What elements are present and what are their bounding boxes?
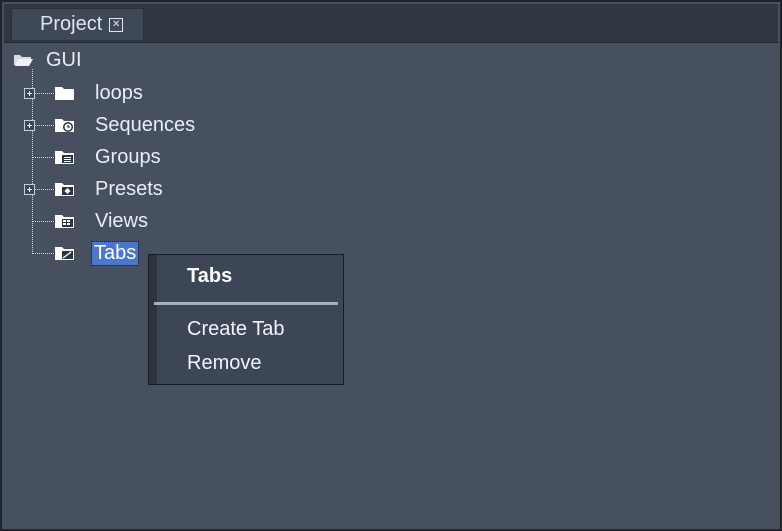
tree-item-label: loops (95, 81, 143, 104)
context-menu-stripe (149, 255, 157, 384)
views-folder-icon (55, 215, 74, 228)
sequence-folder-icon (55, 119, 74, 132)
context-menu-title: Tabs (187, 265, 233, 287)
tree-item-label: Groups (95, 145, 161, 168)
tree-item-label: Presets (95, 177, 163, 200)
tree-item-tabs[interactable]: Tabs (54, 239, 140, 267)
close-icon[interactable]: ✕ (109, 17, 124, 32)
groups-folder-icon (55, 151, 74, 164)
project-tree: GUI loops Sequences Groups Presets Views… (4, 42, 778, 529)
expand-icon-presets[interactable] (24, 184, 35, 195)
tree-item-label: Views (95, 209, 148, 232)
tab-strip: Project ✕ (4, 4, 778, 43)
tree-item-sequences[interactable]: Sequences (54, 111, 195, 139)
tree-connector-sequences (32, 125, 54, 126)
menu-item-create-tab[interactable]: Create Tab (187, 318, 284, 341)
presets-folder-icon (55, 183, 74, 196)
tree-item-loops[interactable]: loops (54, 79, 143, 107)
tree-item-presets[interactable]: Presets (54, 175, 163, 203)
tabs-folder-icon (55, 247, 74, 260)
tree-item-groups[interactable]: Groups (54, 143, 161, 171)
tree-item-gui[interactable]: GUI (13, 46, 82, 74)
tree-connector-loops (32, 93, 54, 94)
context-menu: Tabs Create Tab Remove (148, 254, 344, 385)
tree-item-label: Sequences (95, 113, 196, 136)
tree-connector-presets (32, 189, 54, 190)
tab-project-label: Project (40, 13, 103, 35)
tree-connector-tabs (32, 253, 54, 254)
tree-item-label: GUI (46, 48, 82, 71)
folder-icon (55, 87, 74, 100)
tree-connector-views (32, 221, 54, 222)
menu-item-remove[interactable]: Remove (187, 352, 261, 375)
tree-item-label-selected: Tabs (90, 240, 140, 266)
tree-item-views[interactable]: Views (54, 207, 148, 235)
folder-open-icon (14, 55, 33, 66)
context-menu-separator (154, 302, 338, 305)
tree-connector-groups (32, 157, 54, 158)
tab-project[interactable]: Project ✕ (11, 8, 144, 40)
expand-icon-sequences[interactable] (24, 120, 35, 131)
expand-icon-loops[interactable] (24, 88, 35, 99)
project-panel: Project ✕ GUI loops Sequences Groups Pre… (0, 0, 782, 531)
